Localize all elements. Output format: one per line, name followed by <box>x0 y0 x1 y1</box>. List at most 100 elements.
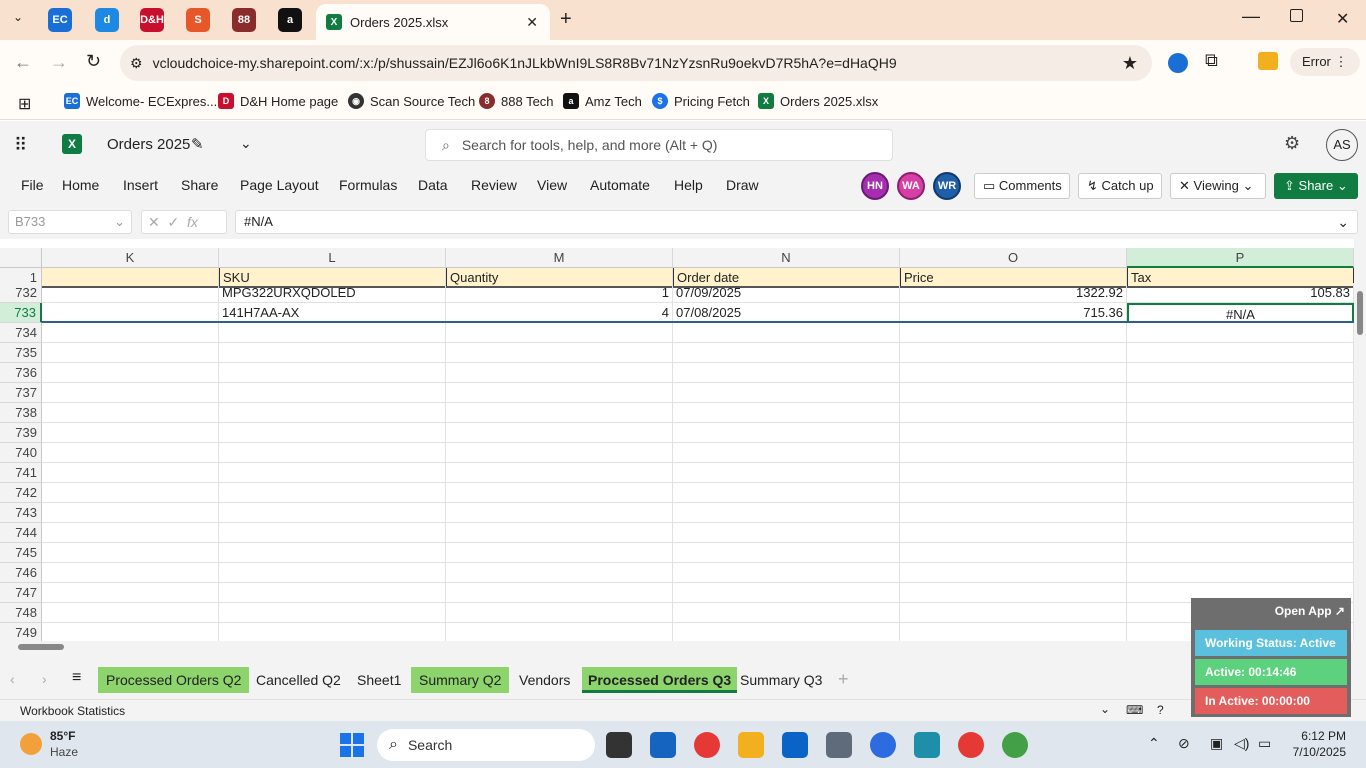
confirm-icon[interactable]: ✓ <box>168 214 180 230</box>
row-header[interactable]: 742 <box>0 483 42 503</box>
table-cell[interactable] <box>673 443 900 463</box>
zoom-icon[interactable] <box>870 732 896 758</box>
table-cell[interactable] <box>900 503 1127 523</box>
sheet-tab[interactable]: Processed Orders Q2 <box>98 667 250 693</box>
row-header[interactable]: 743 <box>0 503 42 523</box>
table-cell[interactable] <box>42 383 219 403</box>
table-cell[interactable] <box>1127 503 1354 523</box>
table-cell[interactable] <box>1127 323 1354 343</box>
store-icon[interactable] <box>650 732 676 758</box>
vertical-scroll-thumb[interactable] <box>1357 291 1363 335</box>
table-cell[interactable] <box>900 483 1127 503</box>
table-cell[interactable] <box>673 583 900 603</box>
tray-chevron-icon[interactable]: ⌃ <box>1148 735 1160 752</box>
table-cell[interactable] <box>42 583 219 603</box>
table-cell[interactable] <box>673 363 900 383</box>
row-header[interactable]: 734 <box>0 323 42 343</box>
table-cell[interactable] <box>219 343 446 363</box>
table-cell[interactable] <box>446 563 673 583</box>
table-cell[interactable] <box>1127 343 1354 363</box>
bookmark-3[interactable]: 8 888 Tech <box>479 93 554 109</box>
table-cell[interactable] <box>219 423 446 443</box>
table-cell[interactable] <box>900 523 1127 543</box>
table-cell[interactable] <box>1127 423 1354 443</box>
table-cell[interactable]: 715.36 <box>900 303 1127 323</box>
table-cell[interactable] <box>42 303 219 323</box>
sheet-tab[interactable]: Sheet1 <box>349 667 409 693</box>
table-cell[interactable] <box>1127 563 1354 583</box>
taskbar-search[interactable]: ⌕ Search <box>377 729 595 761</box>
bookmark-star-icon[interactable]: ★ <box>1122 53 1138 74</box>
site-info-icon[interactable]: ⚙ <box>130 55 143 72</box>
collaborator-avatar[interactable]: HN <box>861 172 889 200</box>
table-cell[interactable] <box>673 343 900 363</box>
table-cell[interactable] <box>219 483 446 503</box>
column-header-n[interactable]: N <box>673 248 900 268</box>
table-cell[interactable] <box>1127 463 1354 483</box>
apps-grid-icon[interactable]: ⊞ <box>18 94 31 114</box>
outlook-icon[interactable] <box>782 732 808 758</box>
table-cell[interactable]: 105.83 <box>1127 283 1354 303</box>
table-cell[interactable] <box>900 603 1127 623</box>
all-sheets-menu-icon[interactable]: ≡ <box>72 669 81 687</box>
search-box[interactable]: ⌕ Search for tools, help, and more (Alt … <box>425 129 893 161</box>
prev-sheet-icon[interactable]: ‹ <box>10 671 15 687</box>
tab-search-chevron-icon[interactable]: ⌄ <box>8 10 28 30</box>
collaborator-avatar[interactable]: WA <box>897 172 925 200</box>
bookmark-2[interactable]: ◉ Scan Source Tech <box>348 93 475 109</box>
menu-automate[interactable]: Automate <box>590 177 650 193</box>
table-cell[interactable] <box>219 463 446 483</box>
forward-icon[interactable]: → <box>50 52 68 73</box>
catch-up-button[interactable]: ↯ Catch up <box>1078 173 1162 199</box>
formula-input[interactable]: #N/A ⌄ <box>235 210 1358 234</box>
weather-icon[interactable] <box>20 733 42 755</box>
table-cell[interactable] <box>42 323 219 343</box>
table-cell[interactable] <box>446 483 673 503</box>
table-cell[interactable] <box>1127 403 1354 423</box>
row-header[interactable]: 746 <box>0 563 42 583</box>
table-cell[interactable] <box>673 403 900 423</box>
help-icon[interactable]: ? <box>1157 703 1164 717</box>
table-cell[interactable] <box>446 543 673 563</box>
network-icon[interactable]: ⊘ <box>1178 735 1190 752</box>
sheet-tab[interactable]: Summary Q2 <box>411 667 510 693</box>
table-cell[interactable] <box>42 563 219 583</box>
table-cell[interactable] <box>42 483 219 503</box>
row-header[interactable]: 744 <box>0 523 42 543</box>
column-header-m[interactable]: M <box>446 248 673 268</box>
table-cell[interactable] <box>42 343 219 363</box>
tab-888-icon[interactable]: 88 <box>232 8 256 32</box>
menu-help[interactable]: Help <box>674 177 703 193</box>
table-cell[interactable] <box>900 583 1127 603</box>
table-cell[interactable] <box>219 543 446 563</box>
table-cell[interactable] <box>219 443 446 463</box>
table-cell[interactable] <box>42 463 219 483</box>
share-button[interactable]: ⇪ Share ⌄ <box>1274 173 1358 199</box>
table-cell[interactable]: 07/09/2025 <box>673 283 900 303</box>
menu-review[interactable]: Review <box>471 177 517 193</box>
active-browser-tab[interactable]: X Orders 2025.xlsx ✕ <box>316 4 550 40</box>
close-window-icon[interactable]: ✕ <box>1336 9 1349 29</box>
tab-dh-icon[interactable]: D&H <box>140 8 164 32</box>
row-header-selected[interactable]: 733 <box>0 303 42 323</box>
table-cell[interactable] <box>446 503 673 523</box>
table-cell[interactable] <box>219 403 446 423</box>
row-header[interactable]: 740 <box>0 443 42 463</box>
table-cell[interactable] <box>219 583 446 603</box>
add-sheet-icon[interactable]: + <box>838 669 849 690</box>
menu-file[interactable]: File <box>21 177 44 193</box>
table-cell[interactable] <box>446 383 673 403</box>
table-cell[interactable] <box>446 603 673 623</box>
bookmark-5[interactable]: $ Pricing Fetch <box>652 93 750 109</box>
table-cell[interactable] <box>900 423 1127 443</box>
omnibox[interactable]: ⚙ vcloudchoice-my.sharepoint.com/:x:/p/s… <box>120 45 1152 81</box>
table-cell[interactable] <box>219 383 446 403</box>
menu-data[interactable]: Data <box>418 177 448 193</box>
tab-scan-icon[interactable]: S <box>186 8 210 32</box>
row-header[interactable]: 736 <box>0 363 42 383</box>
bookmark-0[interactable]: EC Welcome- ECExpres... <box>64 93 217 109</box>
sheet-tab[interactable]: Vendors <box>511 667 578 693</box>
comments-button[interactable]: ▭ Comments <box>974 173 1070 199</box>
table-cell[interactable] <box>42 543 219 563</box>
table-cell[interactable] <box>673 383 900 403</box>
